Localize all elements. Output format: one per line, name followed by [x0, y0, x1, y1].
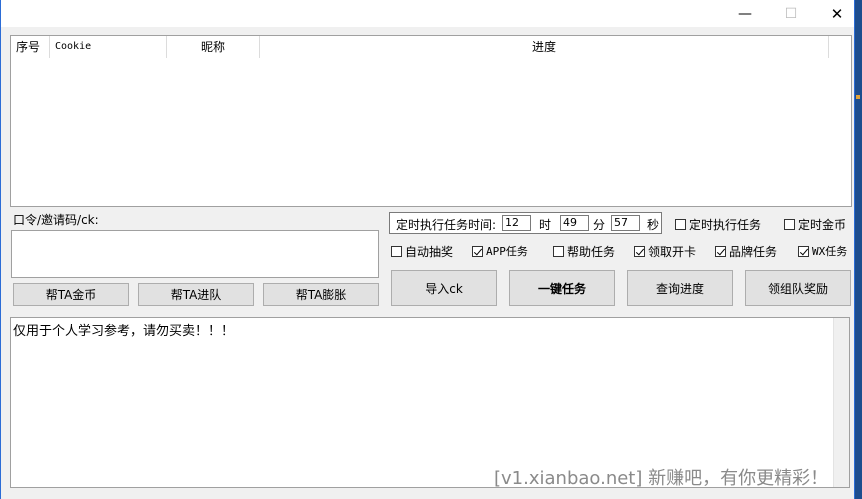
- minute-unit: 分: [593, 218, 606, 232]
- import-ck-button[interactable]: 导入ck: [391, 270, 497, 306]
- desktop-edge-marker: [856, 95, 860, 99]
- checkbox-label: 帮助任务: [567, 245, 616, 259]
- hour-input[interactable]: 12: [502, 215, 531, 231]
- checkbox-scheduled-task[interactable]: 定时执行任务: [675, 216, 761, 233]
- checkbox-label: WX任务: [812, 245, 848, 258]
- log-scrollbar[interactable]: [833, 318, 849, 487]
- timer-settings: 定时执行任务时间: 12 时 49 分 57 秒: [389, 212, 662, 234]
- column-header-nickname[interactable]: 昵称: [167, 36, 260, 58]
- help-expand-button[interactable]: 帮TA膨胀: [263, 283, 379, 306]
- second-unit: 秒: [647, 218, 660, 232]
- log-text: 仅用于个人学习参考，请勿买卖！！！: [13, 324, 235, 339]
- query-progress-button[interactable]: 查询进度: [627, 270, 733, 306]
- checkbox-brand-task[interactable]: 品牌任务: [715, 243, 777, 260]
- checkbox-box[interactable]: [784, 219, 795, 230]
- checkbox-app-task[interactable]: APP任务: [472, 243, 528, 259]
- checkbox-wx-task[interactable]: WX任务: [798, 243, 847, 259]
- column-header-progress[interactable]: 进度: [260, 36, 829, 58]
- checkbox-auto-lottery[interactable]: 自动抽奖: [391, 243, 453, 260]
- hour-unit: 时: [539, 218, 552, 232]
- checkbox-label: 自动抽奖: [405, 245, 454, 259]
- checkbox-box[interactable]: [391, 246, 402, 257]
- claim-team-reward-button[interactable]: 领组队奖励: [745, 270, 851, 306]
- checkbox-label: 定时金币: [798, 218, 847, 232]
- help-join-team-button[interactable]: 帮TA进队: [138, 283, 254, 306]
- desktop-edge: [855, 0, 862, 499]
- checkbox-label: 品牌任务: [729, 245, 778, 259]
- log-output[interactable]: 仅用于个人学习参考，请勿买卖！！！: [10, 317, 850, 488]
- checkbox-box[interactable]: [715, 246, 726, 257]
- run-all-tasks-button[interactable]: 一键任务: [509, 270, 615, 306]
- checkbox-claim-card[interactable]: 领取开卡: [634, 243, 696, 260]
- checkbox-box[interactable]: [675, 219, 686, 230]
- minute-input[interactable]: 49: [560, 215, 589, 231]
- column-header-index[interactable]: 序号: [11, 36, 50, 58]
- checkbox-help-task[interactable]: 帮助任务: [553, 243, 615, 260]
- checkbox-label: APP任务: [486, 245, 528, 258]
- checkbox-scheduled-coin[interactable]: 定时金币: [784, 216, 846, 233]
- account-list[interactable]: 序号 Cookie 昵称 进度: [10, 35, 852, 207]
- checkbox-box[interactable]: [553, 246, 564, 257]
- invite-label: 口令/邀请码/ck:: [13, 213, 99, 227]
- invite-input[interactable]: [11, 230, 379, 278]
- checkbox-box[interactable]: [634, 246, 645, 257]
- help-coin-button[interactable]: 帮TA金币: [13, 283, 129, 306]
- timer-label: 定时执行任务时间:: [396, 218, 497, 232]
- column-header-cookie[interactable]: Cookie: [50, 36, 167, 58]
- watermark: [v1.xianbao.net] 新赚吧，有你更精彩！: [494, 468, 829, 489]
- checkbox-box[interactable]: [472, 245, 483, 257]
- checkbox-box[interactable]: [798, 245, 809, 257]
- checkbox-label: 定时执行任务: [689, 218, 762, 232]
- second-input[interactable]: 57: [611, 215, 640, 231]
- checkbox-label: 领取开卡: [648, 245, 697, 259]
